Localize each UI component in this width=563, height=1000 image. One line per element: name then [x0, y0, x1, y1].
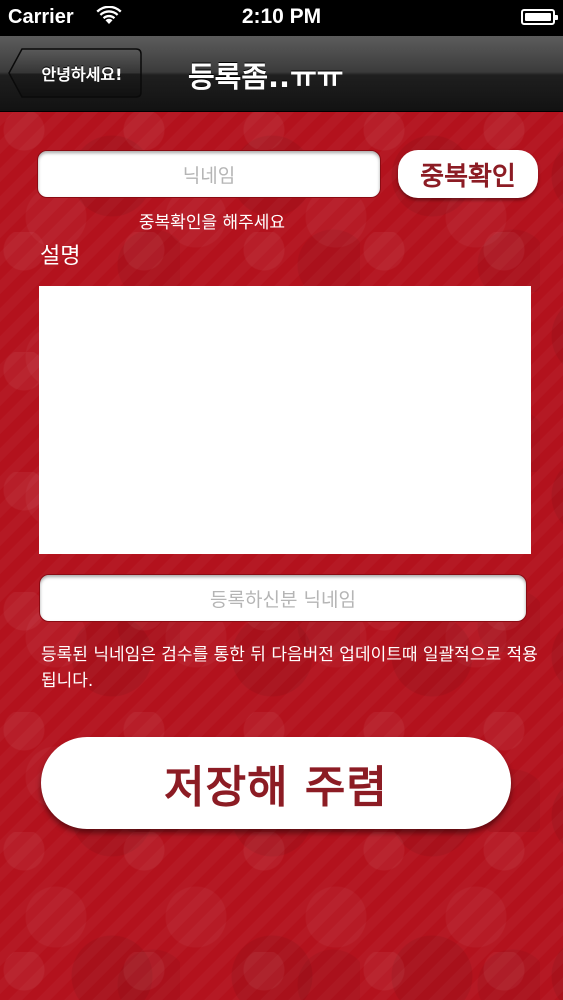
status-time: 2:10 PM	[241, 5, 322, 28]
description-textarea[interactable]	[39, 286, 531, 554]
duplicate-check-button[interactable]: 중복확인	[398, 150, 538, 198]
battery-icon	[521, 9, 558, 25]
form-content: 닉네임 중복확인 중복확인을 해주세요 설명 등록하신분 닉네임 등록된 닉네임…	[0, 112, 563, 1000]
description-label: 설명	[40, 244, 81, 269]
save-button[interactable]: 저장해 주렴	[41, 737, 511, 829]
notice-text: 등록된 닉네임은 검수를 통한 뒤 다음버전 업데이트때 일괄적으로 적용 됩니…	[41, 645, 538, 691]
navigation-bar: 안녕하세요! 등록좀..ㅠㅠ	[0, 36, 563, 112]
back-button-label: 안녕하세요!	[41, 65, 123, 84]
back-button[interactable]: 안녕하세요!	[8, 48, 142, 98]
status-bar: Carrier 2:10 PM	[0, 0, 563, 36]
registrant-nickname-input[interactable]: 등록하신분 닉네임	[39, 574, 527, 622]
page-title: 등록좀..ㅠㅠ	[188, 60, 344, 94]
nickname-input[interactable]: 닉네임	[37, 150, 381, 198]
duplicate-check-hint: 중복확인을 해주세요	[138, 213, 286, 233]
